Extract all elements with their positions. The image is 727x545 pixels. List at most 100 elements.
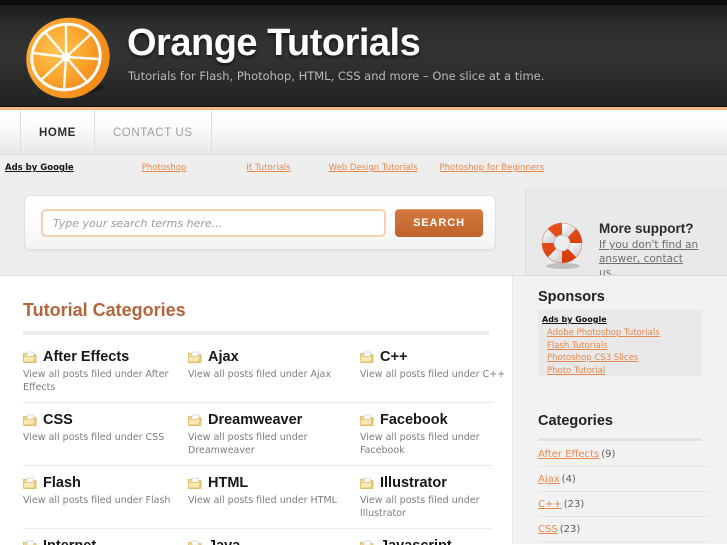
- sidebar-category-link[interactable]: Ajax: [538, 474, 560, 485]
- category-row: After Effects View all posts filed under…: [22, 340, 505, 403]
- ads-link-photoshop[interactable]: Photoshop: [142, 163, 187, 173]
- ads-link-it-tutorials[interactable]: It Tutorials: [246, 163, 290, 173]
- orange-slice-logo-icon: [22, 15, 116, 105]
- sidebar-category-count: (23): [563, 499, 585, 510]
- sidebar-category-link[interactable]: After Effects: [538, 449, 599, 460]
- nav-tab-home[interactable]: HOME: [20, 110, 94, 155]
- sidebar: Sponsors Ads by Google Adobe Photoshop T…: [512, 276, 727, 544]
- category-description: View all posts filed under Facebook: [360, 432, 480, 456]
- search-card: SEARCH: [24, 195, 496, 250]
- folder-icon: [360, 540, 374, 545]
- sidebar-ads-link-photo-tutorial[interactable]: Photo Tutorial: [547, 365, 698, 378]
- category-row: CSS View all posts filed under CSS Dream…: [22, 403, 493, 466]
- category-heading: Java: [188, 538, 360, 545]
- category-heading: After Effects: [22, 349, 188, 365]
- folder-icon: [359, 477, 374, 490]
- search-button[interactable]: SEARCH: [395, 209, 483, 237]
- sidebar-category-css[interactable]: CSS (23): [538, 517, 708, 542]
- category-heading: Internet: [23, 538, 188, 545]
- category-name: C++: [380, 349, 408, 365]
- category-description: View all posts filed under Flash: [23, 495, 171, 506]
- sidebar-ads-link-photoshop-cs3-slices[interactable]: Photoshop CS3 Slices: [547, 352, 698, 365]
- category-name: Flash: [43, 475, 81, 491]
- category-cell-facebook[interactable]: Facebook View all posts filed under Face…: [359, 412, 525, 457]
- title-divider: [23, 331, 489, 335]
- sidebar-heading-sponsors: Sponsors: [538, 289, 605, 305]
- folder-icon: [187, 477, 202, 490]
- folder-icon: [23, 540, 37, 545]
- category-cell-illustrator[interactable]: Illustrator View all posts filed under I…: [359, 475, 525, 520]
- sidebar-category-cpp[interactable]: C++ (23): [538, 492, 708, 517]
- support-text-block: More support? If you don't find an answe…: [599, 221, 699, 280]
- category-heading: Javascript: [360, 538, 525, 545]
- category-heading: Dreamweaver: [187, 412, 360, 428]
- folder-icon: [187, 414, 202, 427]
- sidebar-heading-categories: Categories: [538, 413, 613, 429]
- folder-icon: [22, 414, 37, 427]
- category-description: View all posts filed under C++: [360, 369, 506, 380]
- category-cell-internet[interactable]: Internet: [23, 538, 188, 545]
- search-band: SEARCH: [0, 188, 727, 309]
- category-name: HTML: [208, 475, 249, 491]
- category-row: Internet Java: [23, 529, 493, 545]
- support-contact-link[interactable]: If you don't find an answer, contact us.: [599, 238, 699, 280]
- sidebar-ads-link-adobe-photoshop-tutorials[interactable]: Adobe Photoshop Tutorials: [547, 327, 698, 340]
- category-heading: Flash: [22, 475, 188, 491]
- sidebar-category-count: (9): [601, 449, 616, 460]
- category-heading: Illustrator: [359, 475, 525, 491]
- category-heading: C++: [359, 349, 525, 365]
- main-content-column: Tutorial Categories After Effects View a…: [0, 276, 512, 545]
- category-name: Java: [208, 538, 240, 545]
- logo-wrapper[interactable]: [18, 11, 130, 107]
- main-navbar: HOME CONTACT US: [0, 107, 727, 155]
- category-cell-css[interactable]: CSS View all posts filed under CSS: [22, 412, 188, 457]
- sidebar-category-after-effects[interactable]: After Effects (9): [538, 442, 708, 467]
- category-name: Dreamweaver: [208, 412, 303, 428]
- sidebar-ads-link-flash-tutorials[interactable]: Flash Tutorials: [547, 340, 698, 353]
- support-title: More support?: [599, 221, 694, 236]
- category-cell-html[interactable]: HTML View all posts filed under HTML: [187, 475, 360, 520]
- folder-icon: [359, 351, 374, 364]
- ads-link-web-design-tutorials[interactable]: Web Design Tutorials: [329, 163, 418, 173]
- category-cell-cpp[interactable]: C++ View all posts filed under C++: [359, 349, 525, 394]
- body-area: Tutorial Categories After Effects View a…: [0, 276, 727, 545]
- sidebar-ads-label: Ads by Google: [542, 315, 607, 324]
- site-tagline: Tutorials for Flash, Photohop, HTML, CSS…: [128, 69, 545, 83]
- category-cell-dreamweaver[interactable]: Dreamweaver View all posts filed under D…: [187, 412, 360, 457]
- category-description: View all posts filed under Ajax: [188, 369, 332, 380]
- category-description: View all posts filed under Illustrator: [360, 495, 480, 519]
- category-cell-javascript[interactable]: Javascript: [360, 538, 525, 545]
- folder-icon: [188, 540, 202, 545]
- category-name: Ajax: [208, 349, 239, 365]
- category-name: Facebook: [380, 412, 448, 428]
- folder-icon: [187, 351, 202, 364]
- category-cell-ajax[interactable]: Ajax View all posts filed under Ajax: [187, 349, 360, 394]
- sidebar-category-link[interactable]: CSS: [538, 524, 558, 535]
- search-input[interactable]: [41, 209, 386, 237]
- category-heading: Facebook: [359, 412, 525, 428]
- support-widget: More support? If you don't find an answe…: [538, 221, 699, 280]
- lifebuoy-icon: [538, 221, 588, 271]
- category-row: Flash View all posts filed under Flash H…: [22, 466, 493, 529]
- category-name: Illustrator: [380, 475, 447, 491]
- category-cell-flash[interactable]: Flash View all posts filed under Flash: [22, 475, 188, 520]
- category-name: CSS: [43, 412, 73, 428]
- sidebar-category-ajax[interactable]: Ajax (4): [538, 467, 708, 492]
- category-description: View all posts filed under CSS: [23, 432, 165, 443]
- category-name: Javascript: [380, 538, 452, 545]
- ads-by-google-row: Ads by Google Photoshop It Tutorials Web…: [5, 163, 544, 173]
- category-description: View all posts filed under Dreamweaver: [188, 432, 308, 456]
- nav-tab-contact-us[interactable]: CONTACT US: [93, 110, 212, 155]
- category-heading: CSS: [22, 412, 188, 428]
- ads-link-photoshop-for-beginners[interactable]: Photoshop for Beginners: [440, 163, 545, 173]
- category-heading: HTML: [187, 475, 360, 491]
- sidebar-category-link[interactable]: C++: [538, 499, 562, 510]
- category-description: View all posts filed under HTML: [188, 495, 337, 506]
- category-cell-after-effects[interactable]: After Effects View all posts filed under…: [22, 349, 188, 394]
- category-heading: Ajax: [187, 349, 360, 365]
- sidebar-categories-list: After Effects (9) Ajax (4) C++ (23) CSS (23): [538, 442, 708, 542]
- folder-icon: [359, 414, 374, 427]
- category-cell-java[interactable]: Java: [188, 538, 360, 545]
- sidebar-categories-divider: [538, 438, 702, 441]
- site-header: Orange Tutorials Tutorials for Flash, Ph…: [0, 5, 727, 107]
